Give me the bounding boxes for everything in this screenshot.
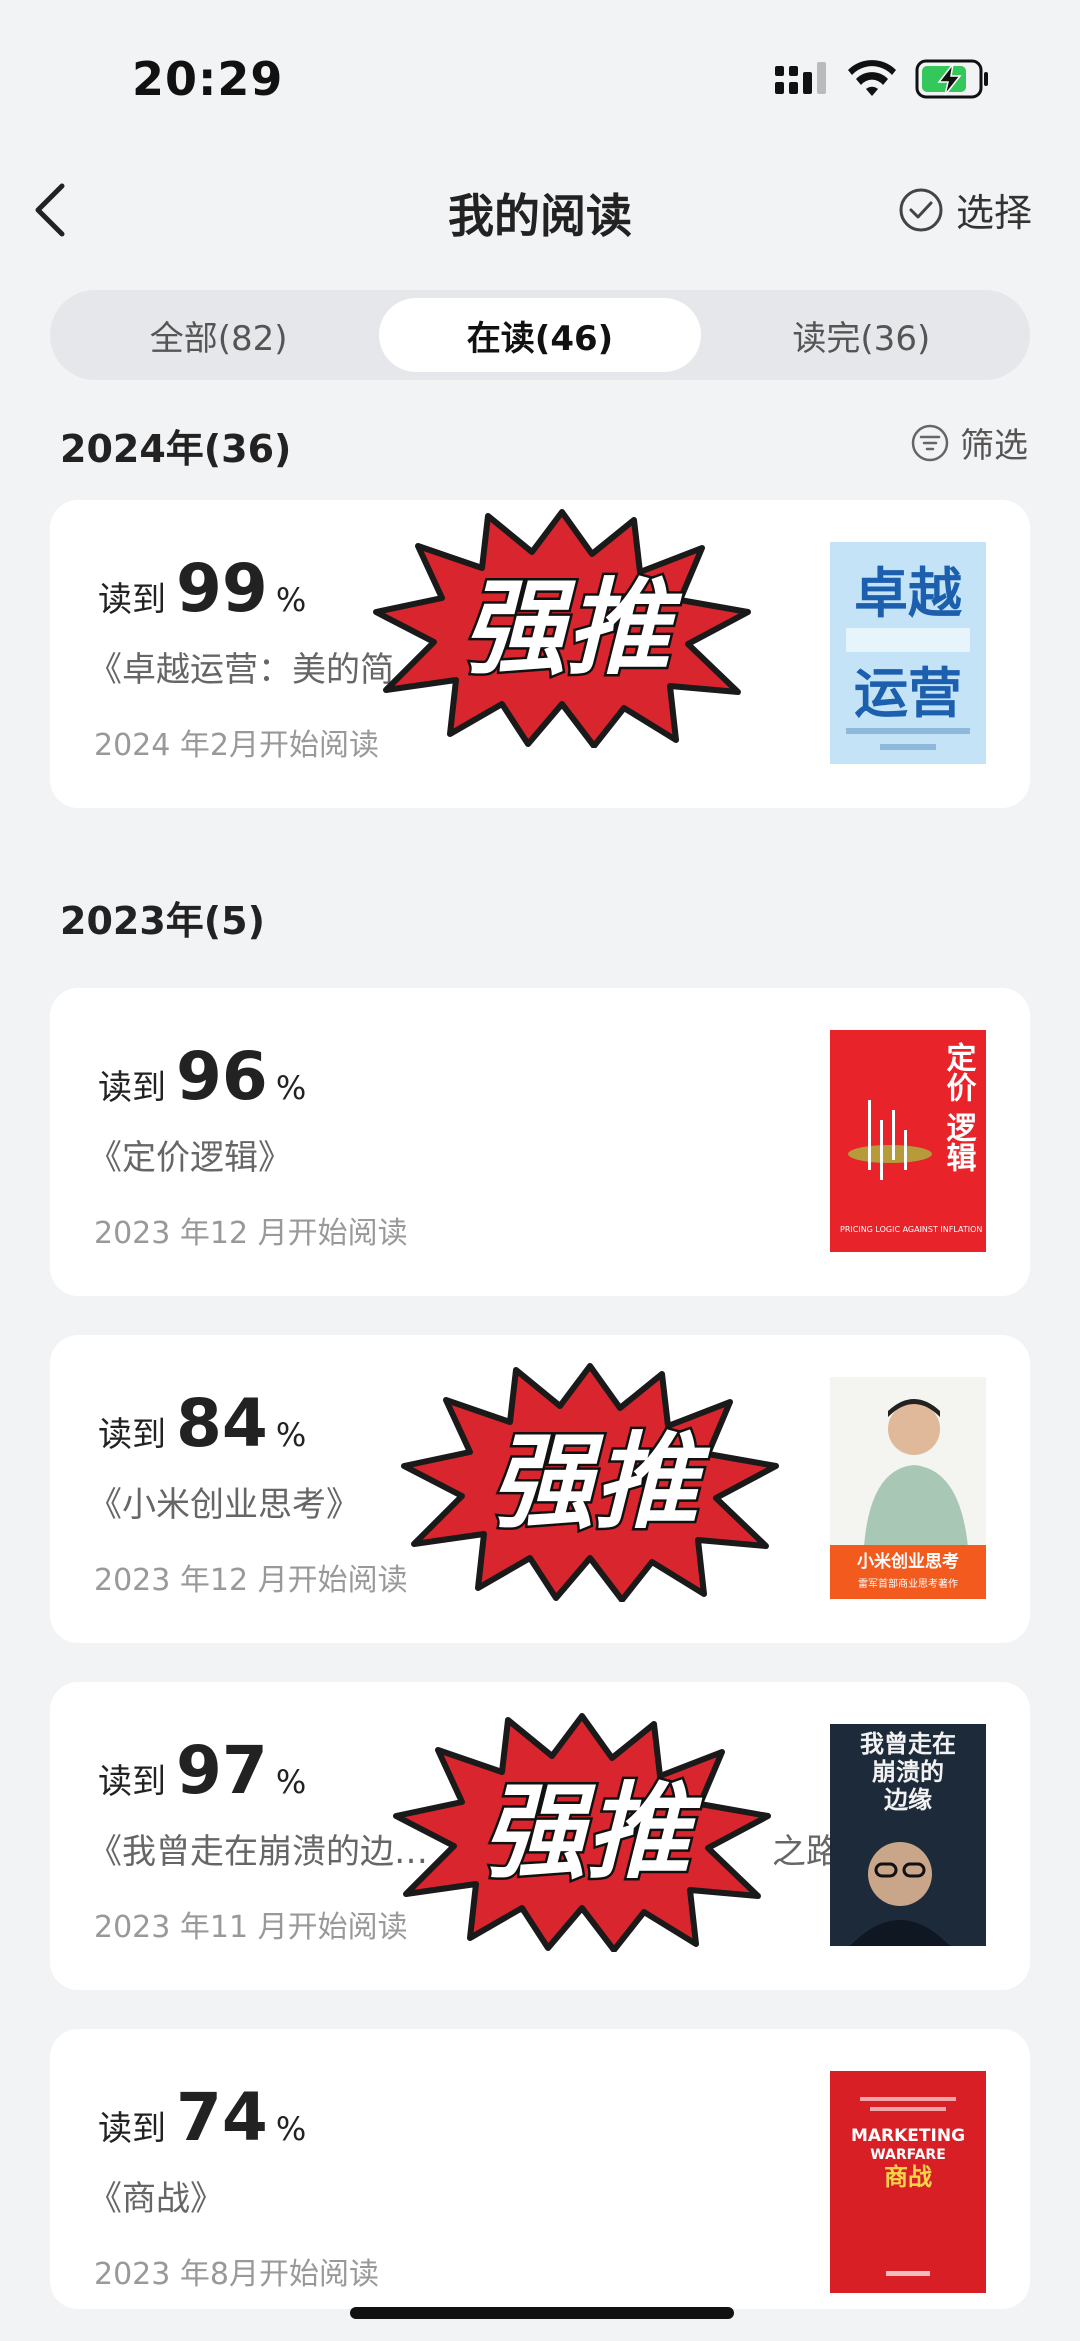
select-label: 选择 <box>955 191 1032 235</box>
progress-prefix: 读到 <box>98 2109 166 2149</box>
start-date: 2023 年12 月开始阅读 <box>94 1216 408 1251</box>
reading-progress: 读到 97 % <box>98 1732 306 1809</box>
reading-status-tabs: 全部(82) 在读(46) 读完(36) <box>50 290 1030 380</box>
tab-reading[interactable]: 在读(46) <box>379 298 701 372</box>
book-card[interactable]: 读到 96 % 《定价逻辑》 2023 年12 月开始阅读 定价 逻辑 PRIC… <box>50 988 1030 1296</box>
filter-label: 筛选 <box>960 426 1028 466</box>
cover-subtitle: 雷军首部商业思考著作 <box>858 1577 958 1590</box>
tab-all[interactable]: 全部(82) <box>58 298 379 372</box>
filter-button[interactable]: 筛选 <box>910 418 1028 467</box>
cover-title-line-2: 崩溃的 <box>872 1757 944 1786</box>
start-date: 2023 年8月开始阅读 <box>94 2257 379 2292</box>
book-title: 《卓越运营：美的简 <box>88 650 394 690</box>
cover-title-line-3: 边缘 <box>884 1785 932 1814</box>
recommend-stamp: 强推 <box>401 1363 779 1602</box>
nav-bar: 我的阅读 选择 <box>0 160 1080 260</box>
progress-value: 96 <box>176 1038 268 1115</box>
cover-title-line-1: 定价 <box>941 1041 977 1102</box>
battery-charging-icon <box>915 59 988 99</box>
progress-suffix: % <box>275 1069 307 1107</box>
cover-title-line-2: WARFARE <box>870 2147 946 2163</box>
reading-progress: 读到 96 % <box>98 1038 306 1115</box>
tab-finished[interactable]: 读完(36) <box>701 298 1022 372</box>
cover-title-line-1: 卓越 <box>854 561 963 625</box>
progress-suffix: % <box>275 1763 307 1801</box>
start-date: 2023 年11 月开始阅读 <box>94 1910 408 1945</box>
progress-suffix: % <box>275 581 307 619</box>
cover-title: 商战 <box>884 2162 932 2191</box>
book-cover: MARKETING WARFARE 商战 <box>830 2071 986 2293</box>
section-header-2023: 2023年(5) <box>60 899 265 943</box>
book-cover: 定价 逻辑 PRICING LOGIC AGAINST INFLATION <box>830 1030 986 1252</box>
cover-title: 小米创业思考 <box>857 1551 959 1572</box>
book-cover: 小米创业思考 雷军首部商业思考著作 <box>830 1377 986 1599</box>
book-title: 《商战》 <box>88 2179 224 2219</box>
stamp-text: 强推 <box>462 567 683 689</box>
progress-value: 97 <box>176 1732 268 1809</box>
cover-title-line-1: MARKETING <box>851 2126 965 2146</box>
reading-progress: 读到 84 % <box>98 1385 306 1462</box>
progress-value: 84 <box>176 1385 268 1462</box>
book-card[interactable]: 读到 74 % 《商战》 2023 年8月开始阅读 MARKETING WARF… <box>50 2029 1030 2309</box>
status-bar: 20:29 <box>0 0 1080 150</box>
start-date: 2024 年2月开始阅读 <box>94 728 379 763</box>
cover-title-line-1: 我曾走在 <box>860 1729 956 1758</box>
wifi-icon <box>848 60 896 96</box>
select-button[interactable]: 选择 <box>898 182 1032 237</box>
progress-suffix: % <box>275 1416 307 1454</box>
book-title: 《定价逻辑》 <box>88 1138 292 1178</box>
status-time: 20:29 <box>132 52 284 106</box>
reading-progress: 读到 99 % <box>98 550 306 627</box>
stamp-text: 强推 <box>482 1771 703 1893</box>
progress-prefix: 读到 <box>98 1415 166 1455</box>
section-header-2024: 2024年(36) <box>60 427 292 471</box>
progress-prefix: 读到 <box>98 580 166 620</box>
check-circle-icon <box>899 188 943 231</box>
book-cover: 我曾走在 崩溃的 边缘 <box>830 1724 986 1946</box>
progress-suffix: % <box>275 2110 307 2148</box>
progress-prefix: 读到 <box>98 1762 166 1802</box>
progress-value: 99 <box>176 550 268 627</box>
book-cover: 卓越 运营 <box>830 542 986 764</box>
progress-prefix: 读到 <box>98 1068 166 1108</box>
book-title: 《我曾走在崩溃的边… <box>88 1832 428 1872</box>
recommend-stamp: 强推 <box>373 509 751 748</box>
stamp-text: 强推 <box>490 1421 711 1543</box>
home-indicator[interactable] <box>350 2307 734 2319</box>
filter-icon <box>911 424 949 461</box>
reading-progress: 读到 74 % <box>98 2079 306 2156</box>
cover-title-line-2: 运营 <box>854 661 962 725</box>
cover-subtitle: PRICING LOGIC AGAINST INFLATION <box>840 1225 982 1234</box>
cover-title-line-2: 逻辑 <box>941 1112 977 1172</box>
book-title: 《小米创业思考》 <box>88 1485 360 1525</box>
start-date: 2023 年12 月开始阅读 <box>94 1563 408 1598</box>
cellular-signal-icon <box>775 62 826 94</box>
recommend-stamp: 强推 <box>393 1713 771 1952</box>
progress-value: 74 <box>176 2079 268 2156</box>
